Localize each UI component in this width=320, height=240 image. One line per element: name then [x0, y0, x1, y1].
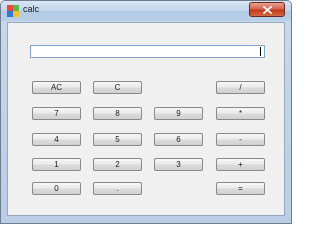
digit-9-button[interactable]: 9 — [154, 107, 203, 120]
display-input[interactable] — [30, 45, 265, 58]
digit-1-button[interactable]: 1 — [32, 158, 81, 171]
subtract-button[interactable]: - — [216, 133, 265, 146]
digit-3-button[interactable]: 3 — [154, 158, 203, 171]
digit-8-button[interactable]: 8 — [93, 107, 142, 120]
digit-4-button[interactable]: 4 — [32, 133, 81, 146]
clear-button[interactable]: C — [93, 81, 142, 94]
divide-button[interactable]: / — [216, 81, 265, 94]
clear-all-button[interactable]: AC — [32, 81, 81, 94]
digit-0-button[interactable]: 0 — [32, 182, 81, 195]
text-caret — [260, 47, 261, 56]
close-x-icon — [263, 6, 272, 14]
calc-window: calc AC C / 7 8 9 * 4 5 6 - 1 2 3 + 0 . … — [0, 0, 292, 224]
digit-2-button[interactable]: 2 — [93, 158, 142, 171]
multiply-button[interactable]: * — [216, 107, 265, 120]
title-bar[interactable]: calc — [1, 1, 291, 21]
digit-6-button[interactable]: 6 — [154, 133, 203, 146]
window-title: calc — [23, 4, 40, 14]
calculator-body: AC C / 7 8 9 * 4 5 6 - 1 2 3 + 0 . = — [7, 22, 285, 216]
app-icon — [7, 5, 19, 17]
digit-7-button[interactable]: 7 — [32, 107, 81, 120]
close-button[interactable] — [249, 2, 285, 17]
digit-5-button[interactable]: 5 — [93, 133, 142, 146]
decimal-button[interactable]: . — [93, 182, 142, 195]
equals-button[interactable]: = — [216, 182, 265, 195]
add-button[interactable]: + — [216, 158, 265, 171]
